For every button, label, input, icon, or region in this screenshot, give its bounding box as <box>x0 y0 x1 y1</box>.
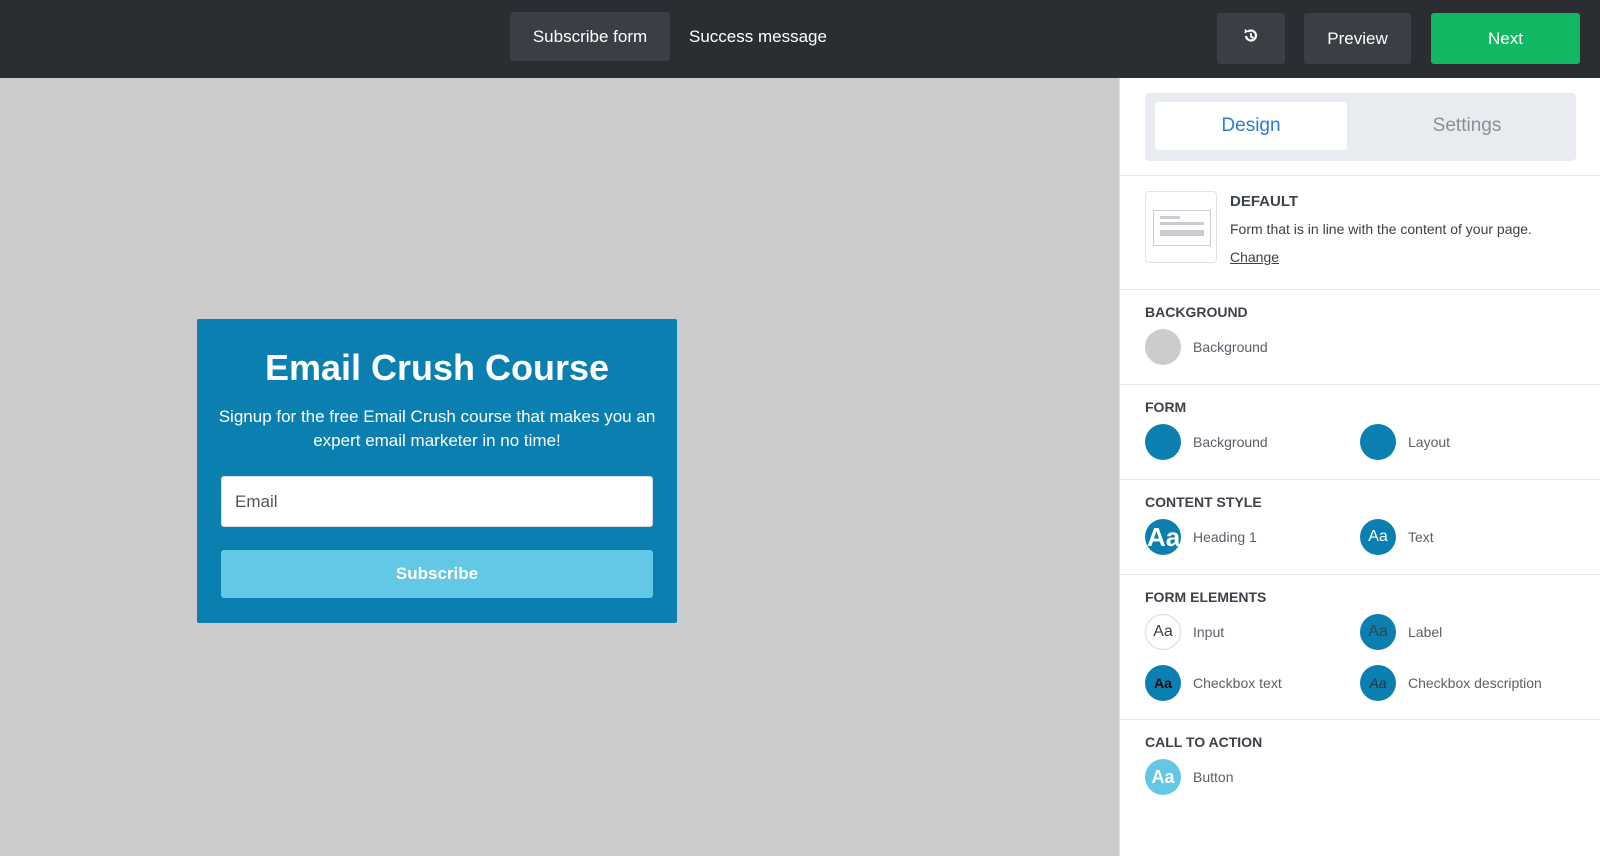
font-style-icon: Aa <box>1360 665 1396 701</box>
tab-subscribe-form[interactable]: Subscribe form <box>510 12 670 61</box>
layout-title: DEFAULT <box>1230 193 1299 210</box>
divider <box>1120 384 1600 385</box>
history-button[interactable] <box>1217 13 1285 64</box>
panel-tabs: Design Settings <box>1145 93 1576 161</box>
font-style-icon: Aa <box>1360 519 1396 555</box>
font-style-icon: Aa <box>1145 519 1181 555</box>
divider <box>1120 175 1600 176</box>
swatch-label: Checkbox description <box>1408 675 1542 691</box>
layout-description: Form that is in line with the content of… <box>1230 221 1532 237</box>
preview-button[interactable]: Preview <box>1304 13 1411 64</box>
next-button[interactable]: Next <box>1431 13 1580 64</box>
form-background-option[interactable]: Background <box>1145 424 1268 460</box>
divider <box>1120 289 1600 290</box>
tab-settings[interactable]: Settings <box>1371 102 1563 150</box>
form-heading[interactable]: Email Crush Course <box>197 347 677 389</box>
history-icon <box>1241 26 1261 51</box>
color-swatch <box>1145 329 1181 365</box>
tab-success-message[interactable]: Success message <box>684 12 832 61</box>
checkbox-description-style-option[interactable]: Aa Checkbox description <box>1360 665 1542 701</box>
change-layout-link[interactable]: Change <box>1230 249 1279 265</box>
top-toolbar: Subscribe form Success message Preview N… <box>0 0 1600 78</box>
text-style-option[interactable]: Aa Text <box>1360 519 1434 555</box>
form-preview-canvas: Email Crush Course Signup for the free E… <box>0 78 1119 856</box>
divider <box>1120 479 1600 480</box>
tab-design[interactable]: Design <box>1155 102 1347 150</box>
divider <box>1120 719 1600 720</box>
color-swatch <box>1360 424 1396 460</box>
divider <box>1120 574 1600 575</box>
section-title-background: BACKGROUND <box>1145 304 1248 320</box>
font-style-icon: Aa <box>1360 614 1396 650</box>
background-color-option[interactable]: Background <box>1145 329 1268 365</box>
form-layout-option[interactable]: Layout <box>1360 424 1450 460</box>
section-title-call-to-action: CALL TO ACTION <box>1145 734 1263 750</box>
layout-thumbnail[interactable] <box>1145 191 1217 263</box>
section-title-form: FORM <box>1145 399 1187 415</box>
swatch-label: Layout <box>1408 434 1451 450</box>
swatch-label: Input <box>1193 624 1225 640</box>
subscribe-form-card[interactable]: Email Crush Course Signup for the free E… <box>197 319 677 623</box>
color-swatch <box>1145 424 1181 460</box>
label-style-option[interactable]: Aa Label <box>1360 614 1442 650</box>
layout-thumbnail-icon <box>1153 210 1211 246</box>
swatch-label: Background <box>1193 339 1268 355</box>
form-subtext[interactable]: Signup for the free Email Crush course t… <box>217 405 657 453</box>
section-title-form-elements: FORM ELEMENTS <box>1145 589 1267 605</box>
heading-style-option[interactable]: Aa Heading 1 <box>1145 519 1257 555</box>
button-style-option[interactable]: Aa Button <box>1145 759 1233 795</box>
design-panel: Design Settings DEFAULT Form that is in … <box>1119 78 1600 856</box>
swatch-label: Background <box>1193 434 1268 450</box>
swatch-label: Checkbox text <box>1193 675 1282 691</box>
font-style-icon: Aa <box>1145 759 1181 795</box>
subscribe-button[interactable]: Subscribe <box>221 550 653 598</box>
section-title-content-style: CONTENT STYLE <box>1145 494 1262 510</box>
input-style-option[interactable]: Aa Input <box>1145 614 1224 650</box>
swatch-label: Label <box>1408 624 1443 640</box>
swatch-label: Button <box>1193 769 1234 785</box>
font-style-icon: Aa <box>1145 665 1181 701</box>
font-style-icon: Aa <box>1145 614 1181 650</box>
swatch-label: Heading 1 <box>1193 529 1257 545</box>
swatch-label: Text <box>1408 529 1434 545</box>
email-field[interactable] <box>221 476 653 527</box>
checkbox-text-style-option[interactable]: Aa Checkbox text <box>1145 665 1282 701</box>
